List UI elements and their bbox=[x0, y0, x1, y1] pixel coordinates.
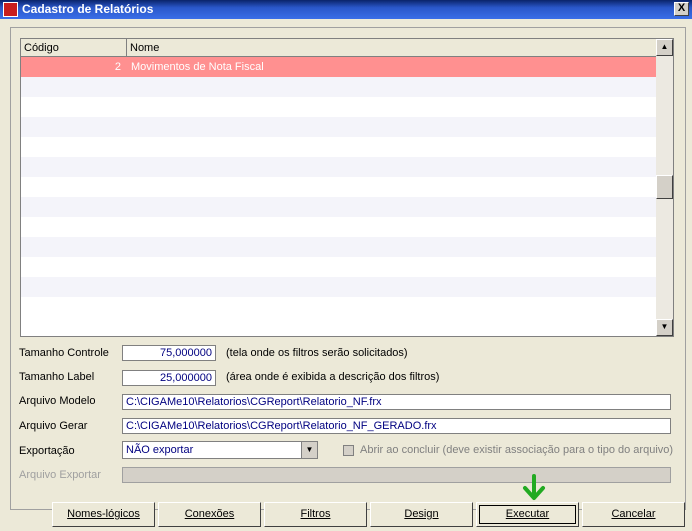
tamanho-label-hint: (área onde é exibida a descrição dos fil… bbox=[226, 371, 440, 383]
cell-nome bbox=[127, 217, 657, 237]
window-title: Cadastro de Relatórios bbox=[22, 2, 154, 16]
scroll-up-arrow-icon[interactable]: ▲ bbox=[656, 39, 673, 56]
green-down-arrow-icon bbox=[523, 474, 545, 500]
cell-nome bbox=[127, 77, 657, 97]
conexoes-button[interactable]: Conexões bbox=[158, 502, 261, 527]
scroll-thumb[interactable] bbox=[656, 175, 673, 199]
arquivo-exportar-input[interactable] bbox=[122, 467, 671, 483]
cell-nome: Movimentos de Nota Fiscal bbox=[131, 61, 264, 73]
grid-header: Código Nome bbox=[21, 39, 657, 57]
cell-codigo bbox=[21, 97, 127, 117]
arquivo-modelo-label: Arquivo Modelo bbox=[19, 395, 96, 407]
cell-codigo bbox=[21, 117, 127, 137]
filtros-button[interactable]: Filtros bbox=[264, 502, 367, 527]
chevron-down-icon[interactable]: ▼ bbox=[301, 442, 317, 458]
table-row[interactable] bbox=[21, 137, 657, 157]
column-header-nome[interactable]: Nome bbox=[127, 39, 657, 57]
cancelar-button[interactable]: Cancelar bbox=[582, 502, 685, 527]
close-button[interactable]: X bbox=[674, 2, 689, 16]
table-row[interactable] bbox=[21, 277, 657, 297]
column-header-codigo[interactable]: Código bbox=[21, 39, 127, 57]
scroll-down-arrow-icon[interactable]: ▼ bbox=[656, 319, 673, 336]
table-row[interactable] bbox=[21, 257, 657, 277]
tamanho-label-input[interactable]: 25,000000 bbox=[122, 370, 216, 386]
table-row[interactable] bbox=[21, 117, 657, 137]
cell-codigo bbox=[21, 257, 127, 277]
abrir-ao-concluir-label: Abrir ao concluir (deve existir associaç… bbox=[360, 444, 674, 456]
cell-codigo bbox=[21, 197, 127, 217]
executar-button[interactable]: Executar bbox=[476, 502, 579, 527]
title-bar[interactable]: Cadastro de Relatórios X bbox=[0, 0, 692, 19]
table-row[interactable]: 2 Movimentos de Nota Fiscal bbox=[21, 57, 657, 77]
tamanho-controle-label: Tamanho Controle bbox=[19, 347, 109, 359]
cell-codigo bbox=[21, 177, 127, 197]
tamanho-controle-hint: (tela onde os filtros serão solicitados) bbox=[226, 347, 408, 359]
tamanho-label-label: Tamanho Label bbox=[19, 371, 95, 383]
cell-nome bbox=[127, 157, 657, 177]
table-row[interactable] bbox=[21, 237, 657, 257]
cell-nome bbox=[127, 237, 657, 257]
cell-codigo bbox=[21, 77, 127, 97]
exportacao-select[interactable]: NÃO exportar ▼ bbox=[122, 441, 318, 459]
report-registration-window: Cadastro de Relatórios X Código Nome 2 Mo… bbox=[0, 0, 692, 531]
cell-nome bbox=[127, 137, 657, 157]
table-row[interactable] bbox=[21, 177, 657, 197]
cell-codigo bbox=[21, 237, 127, 257]
cell-nome bbox=[127, 257, 657, 277]
table-row[interactable] bbox=[21, 157, 657, 177]
table-row[interactable] bbox=[21, 297, 657, 317]
arquivo-gerar-label: Arquivo Gerar bbox=[19, 420, 88, 432]
arquivo-modelo-input[interactable]: C:\CIGAMe10\Relatorios\CGReport\Relatori… bbox=[122, 394, 671, 410]
abrir-ao-concluir-checkbox[interactable] bbox=[343, 445, 354, 456]
nomes-logicos-button[interactable]: Nomes-lógicos bbox=[52, 502, 155, 527]
cell-codigo bbox=[21, 137, 127, 157]
reports-grid[interactable]: Código Nome 2 Movimentos de Nota Fiscal ▲… bbox=[20, 38, 674, 337]
cell-nome bbox=[127, 277, 657, 297]
cell-codigo bbox=[21, 277, 127, 297]
app-icon bbox=[3, 2, 18, 17]
cell-nome bbox=[127, 297, 657, 317]
table-row[interactable] bbox=[21, 77, 657, 97]
cell-nome bbox=[127, 177, 657, 197]
arquivo-gerar-input[interactable]: C:\CIGAMe10\Relatorios\CGReport\Relatori… bbox=[122, 418, 671, 434]
cell-codigo: 2 bbox=[114, 61, 121, 73]
cell-nome bbox=[127, 117, 657, 137]
cell-codigo bbox=[21, 297, 127, 317]
vertical-scrollbar[interactable]: ▲ ▼ bbox=[656, 39, 673, 336]
exportacao-selected-value: NÃO exportar bbox=[126, 444, 194, 456]
table-row[interactable] bbox=[21, 97, 657, 117]
table-row[interactable] bbox=[21, 217, 657, 237]
arquivo-exportar-label: Arquivo Exportar bbox=[19, 469, 101, 481]
exportacao-label: Exportação bbox=[19, 445, 75, 457]
cell-nome bbox=[127, 197, 657, 217]
design-button[interactable]: Design bbox=[370, 502, 473, 527]
cell-nome bbox=[127, 97, 657, 117]
cell-codigo bbox=[21, 217, 127, 237]
tamanho-controle-input[interactable]: 75,000000 bbox=[122, 345, 216, 361]
grid-rows: 2 Movimentos de Nota Fiscal bbox=[21, 57, 657, 317]
table-row[interactable] bbox=[21, 197, 657, 217]
cell-codigo bbox=[21, 157, 127, 177]
